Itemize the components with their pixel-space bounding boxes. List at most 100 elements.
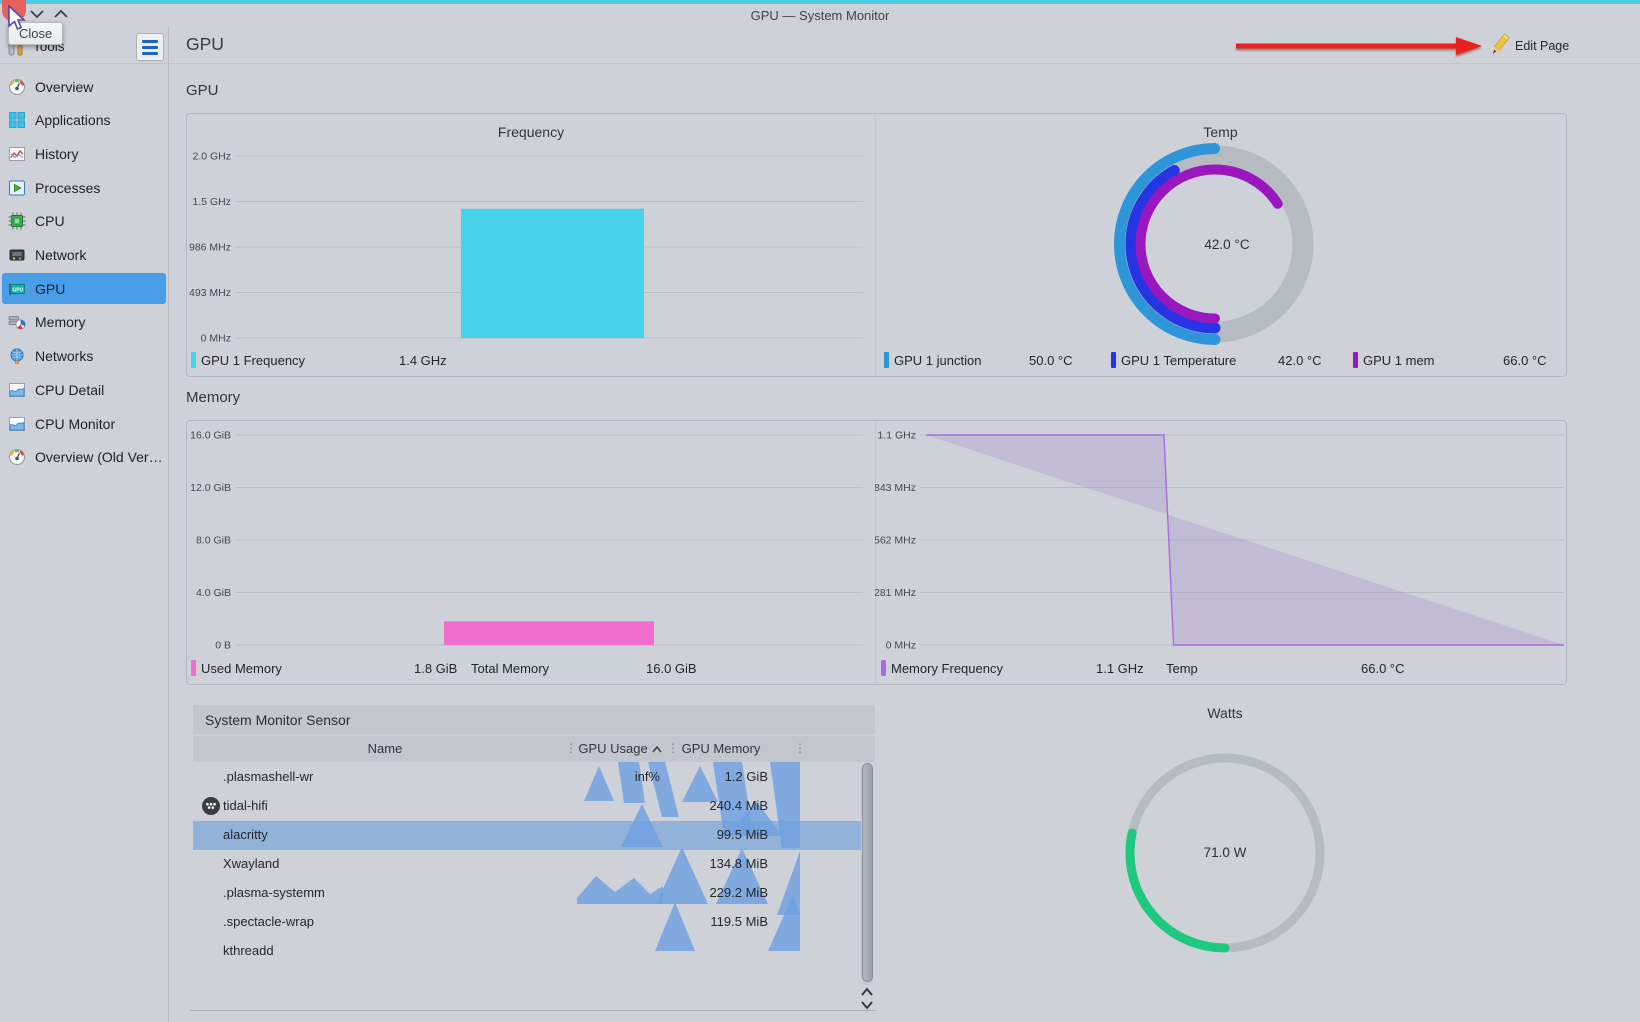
- processes-icon: [8, 179, 26, 197]
- scroll-up-chevron-icon[interactable]: [859, 986, 875, 998]
- sidebar-item-overview-old-ver[interactable]: Overview (Old Ver…: [2, 442, 166, 473]
- sidebar-item-label: History: [35, 146, 79, 162]
- legend-value: 66.0 °C: [1361, 661, 1405, 676]
- process-icon: [201, 767, 221, 787]
- sidebar-item-label: Applications: [35, 112, 111, 128]
- annotation-arrow: [1232, 35, 1484, 57]
- system-monitor-window: GPU — System Monitor Close Tools GPU: [0, 0, 1640, 1022]
- frequency-bar-chart: 2.0 GHz1.5 GHz986 MHz493 MHz0 MHz: [187, 114, 875, 376]
- page-title: GPU: [186, 34, 224, 55]
- sidebar-item-cpu-detail[interactable]: CPU Detail: [2, 374, 166, 405]
- svg-text:4.0 GiB: 4.0 GiB: [196, 587, 231, 599]
- process-name: kthreadd: [223, 943, 274, 958]
- legend-swatch: [884, 352, 889, 368]
- memory-charts-panel: 16.0 GiB12.0 GiB8.0 GiB4.0 GiB0 B 1.1 GH…: [186, 420, 1567, 685]
- window-maximize-chevron-up-icon[interactable]: [52, 6, 70, 22]
- sidebar-item-cpu-monitor[interactable]: CPU Monitor: [2, 408, 166, 439]
- process-gpu-usage: inf%: [577, 769, 660, 784]
- hamburger-menu-button[interactable]: [136, 33, 164, 61]
- process-icon: [201, 883, 221, 903]
- edit-page-label: Edit Page: [1515, 39, 1569, 53]
- legend-label: Total Memory: [471, 661, 549, 676]
- legend-value: 1.4 GHz: [399, 353, 447, 368]
- sidebar-item-label: Overview (Old Ver…: [35, 449, 163, 465]
- legend-label: GPU 1 Temperature: [1121, 353, 1236, 368]
- sidebar-item-label: Memory: [35, 314, 86, 330]
- sidebar-item-networks[interactable]: Networks: [2, 341, 166, 372]
- svg-text:986 MHz: 986 MHz: [189, 242, 231, 254]
- svg-text:1.5 GHz: 1.5 GHz: [192, 196, 231, 208]
- process-icon: [201, 941, 221, 961]
- svg-text:281 MHz: 281 MHz: [875, 587, 916, 599]
- sidebar: Overview Applications History Processes CPU N…: [0, 63, 168, 1022]
- table-scrollbar-thumb[interactable]: [862, 763, 873, 982]
- network-icon: [8, 246, 26, 264]
- table-row[interactable]: kthreadd: [193, 937, 862, 966]
- sidebar-item-label: CPU: [35, 213, 65, 229]
- gauge-icon: [8, 78, 26, 96]
- networks-icon: [8, 347, 26, 365]
- sidebar-item-network[interactable]: Network: [2, 240, 166, 271]
- svg-text:0 MHz: 0 MHz: [201, 333, 231, 345]
- sidebar-item-label: Networks: [35, 348, 93, 364]
- sidebar-item-memory[interactable]: Memory: [2, 307, 166, 338]
- table-row[interactable]: .plasma-systemm 229.2 MiB: [193, 879, 862, 908]
- legend-swatch: [191, 660, 196, 676]
- legend-value: 42.0 °C: [1278, 353, 1322, 368]
- sidebar-divider: [168, 27, 169, 1022]
- sidebar-item-cpu[interactable]: CPU: [2, 206, 166, 237]
- table-title-bar: System Monitor Sensor: [193, 705, 875, 734]
- table-row[interactable]: Xwayland 134.8 MiB: [193, 850, 862, 879]
- svg-text:16.0 GiB: 16.0 GiB: [190, 430, 231, 442]
- column-menu-icon[interactable]: ⋮: [794, 741, 806, 755]
- column-header-gpu-memory[interactable]: GPU Memory: [675, 741, 767, 756]
- titlebar[interactable]: GPU — System Monitor: [0, 4, 1640, 27]
- sidebar-item-gpu[interactable]: GPU GPU: [2, 273, 166, 304]
- apps-icon: [8, 111, 26, 129]
- watts-chart: Watts 71.0 W: [1075, 703, 1375, 1015]
- legend-value: 66.0 °C: [1503, 353, 1547, 368]
- process-icon: [201, 825, 221, 845]
- legend-label: GPU 1 junction: [894, 353, 981, 368]
- process-icon: [201, 854, 221, 874]
- process-name: Xwayland: [223, 856, 279, 871]
- process-icon: [201, 912, 221, 932]
- pencil-icon: [1486, 32, 1512, 60]
- sidebar-item-label: CPU Detail: [35, 382, 104, 398]
- process-name: tidal-hifi: [223, 798, 268, 813]
- sidebar-item-overview[interactable]: Overview: [2, 71, 166, 102]
- svg-text:12.0 GiB: 12.0 GiB: [190, 482, 231, 494]
- sidebar-item-applications[interactable]: Applications: [2, 105, 166, 136]
- gauge-icon: [8, 448, 26, 466]
- process-name: .plasmashell-wr: [223, 769, 313, 784]
- history-icon: [8, 145, 26, 163]
- legend-swatch: [1353, 352, 1358, 368]
- memory-icon: [8, 313, 26, 331]
- legend-swatch: [191, 352, 196, 368]
- sidebar-item-label: Network: [35, 247, 86, 263]
- table-row[interactable]: .spectacle-wrap 119.5 MiB: [193, 908, 862, 937]
- legend-value: 50.0 °C: [1029, 353, 1073, 368]
- table-title: System Monitor Sensor: [205, 712, 351, 728]
- area-icon: [8, 415, 26, 433]
- sidebar-item-history[interactable]: History: [2, 138, 166, 169]
- tidal-hifi-icon: [201, 796, 221, 816]
- legend-label: Memory Frequency: [891, 661, 1003, 676]
- process-name: .spectacle-wrap: [223, 914, 314, 929]
- mouse-cursor: [7, 5, 31, 33]
- legend-label: Used Memory: [201, 661, 282, 676]
- column-header-name[interactable]: Name: [193, 741, 577, 756]
- column-header-gpu-usage[interactable]: GPU Usage: [577, 741, 649, 756]
- process-gpu-memory: 134.8 MiB: [663, 856, 768, 871]
- gpu-icon: GPU: [8, 280, 26, 298]
- table-row[interactable]: .plasmashell-wr inf% 1.2 GiB: [193, 763, 862, 792]
- svg-text:1.1 GHz: 1.1 GHz: [877, 430, 916, 442]
- table-row[interactable]: tidal-hifi 240.4 MiB: [193, 792, 862, 821]
- memory-bar-chart: 16.0 GiB12.0 GiB8.0 GiB4.0 GiB0 B: [187, 421, 875, 684]
- table-row[interactable]: alacritty 99.5 MiB: [193, 821, 862, 850]
- sidebar-item-label: GPU: [35, 281, 65, 297]
- gpu-section-label: GPU: [186, 82, 219, 99]
- sidebar-item-processes[interactable]: Processes: [2, 172, 166, 203]
- cpu-icon: [8, 212, 26, 230]
- legend-label: Temp: [1166, 661, 1198, 676]
